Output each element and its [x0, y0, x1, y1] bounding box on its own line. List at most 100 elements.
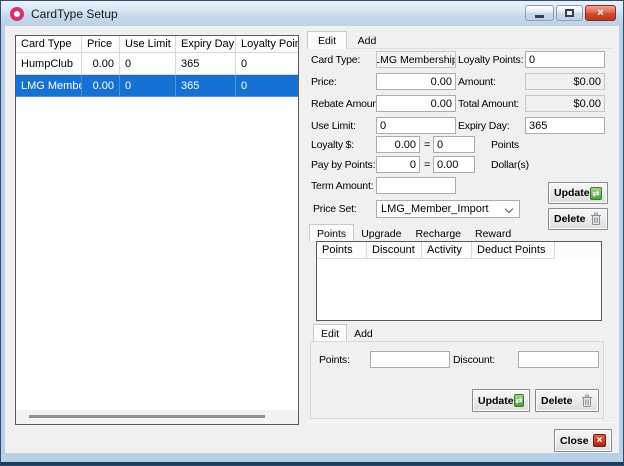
table-row-selected[interactable]: LMG Member... 0.00 0 365 0: [16, 75, 298, 97]
maximize-icon: [565, 9, 574, 17]
total-amount-label: Total Amount:: [458, 98, 520, 110]
delete-points-button[interactable]: Delete: [535, 389, 599, 412]
use-limit-input[interactable]: [376, 117, 456, 134]
minimize-icon: [535, 15, 544, 18]
col-filler: [555, 242, 601, 259]
col-card-type[interactable]: Card Type: [16, 36, 82, 53]
col-price[interactable]: Price: [82, 36, 120, 53]
app-icon: [10, 7, 24, 21]
loyalty-points-input[interactable]: [525, 51, 605, 68]
tab-recharge[interactable]: Recharge: [408, 225, 468, 242]
price-label: Price:: [311, 76, 337, 88]
maximize-button[interactable]: [556, 5, 583, 21]
points-label: Points:: [319, 354, 350, 366]
equals-sign: =: [424, 139, 431, 151]
use-limit-label: Use Limit:: [311, 120, 356, 132]
cell-loyalty-points[interactable]: 0: [236, 53, 298, 75]
cell-use-limit[interactable]: 0: [120, 53, 176, 75]
cell-price[interactable]: 0.00: [82, 75, 120, 97]
points-editor-tabstrip: Edit Add: [313, 323, 380, 342]
equals-sign: =: [424, 159, 431, 171]
close-icon: ×: [597, 7, 604, 19]
points-table: Points Discount Activity Deduct Points: [316, 241, 602, 321]
close-red-icon: [593, 434, 606, 447]
titlebar[interactable]: CardType Setup ×: [1, 1, 623, 26]
window-title: CardType Setup: [31, 7, 118, 21]
rebate-amount-label: Rebate Amount:: [311, 98, 384, 110]
amount-label: Amount:: [458, 76, 496, 88]
cell-card-type[interactable]: HumpClub: [16, 53, 82, 75]
points-suffix-label: Points: [491, 139, 519, 151]
table-row[interactable]: HumpClub 0.00 0 365 0: [16, 53, 298, 75]
card-type-label: Card Type:: [311, 54, 361, 66]
cell-expiry-day[interactable]: 365: [176, 75, 236, 97]
amount-display: [525, 73, 605, 90]
delete-cardtype-button[interactable]: Delete: [548, 208, 608, 230]
price-input[interactable]: [376, 73, 456, 90]
horizontal-scrollbar[interactable]: [16, 410, 298, 424]
price-set-label: Price Set:: [313, 203, 357, 215]
close-label: Close: [560, 434, 589, 447]
tab-points[interactable]: Points: [309, 224, 355, 242]
expiry-day-label: Expiry Day:: [458, 120, 510, 132]
tab-edit[interactable]: Edit: [307, 31, 347, 49]
delete-label: Delete: [554, 213, 586, 225]
window-controls: ×: [525, 5, 616, 21]
close-button[interactable]: Close: [554, 429, 612, 452]
update-icon: [513, 394, 524, 407]
cell-card-type[interactable]: LMG Member...: [16, 75, 82, 97]
tab-editor-add[interactable]: Add: [347, 325, 380, 342]
loyalty-dollar-label: Loyalty $:: [311, 139, 354, 151]
points-table-header: Points Discount Activity Deduct Points: [317, 242, 601, 259]
tab-editor-edit[interactable]: Edit: [313, 324, 348, 342]
total-amount-display: [525, 95, 605, 112]
price-set-value: LMG_Member_Import: [381, 203, 489, 215]
update-label: Update: [478, 394, 514, 407]
cell-price[interactable]: 0.00: [82, 53, 120, 75]
expiry-day-input[interactable]: [525, 117, 605, 134]
pay-by-points-dollars-input[interactable]: [433, 156, 475, 173]
col-use-limit[interactable]: Use Limit: [120, 36, 176, 53]
cardtype-table: Card Type Price Use Limit Expiry Day Loy…: [15, 35, 299, 425]
cardtype-setup-window: CardType Setup × Card Type Price Use Lim…: [0, 0, 624, 466]
card-type-display: LMG Membership: [376, 51, 456, 68]
trash-icon: [582, 394, 592, 407]
col-loyalty-points[interactable]: Loyalty Points: [236, 36, 298, 53]
pay-by-points-input[interactable]: [376, 156, 420, 173]
points-input[interactable]: [370, 351, 450, 368]
col-activity[interactable]: Activity: [422, 242, 472, 259]
loyalty-dollar-input[interactable]: [376, 136, 420, 153]
col-points[interactable]: Points: [317, 242, 367, 259]
term-amount-input[interactable]: [376, 177, 456, 194]
tab-reward[interactable]: Reward: [468, 225, 518, 242]
update-points-button[interactable]: Update: [472, 389, 530, 412]
dialog-body: Card Type Price Use Limit Expiry Day Loy…: [5, 26, 619, 453]
col-discount[interactable]: Discount: [367, 242, 422, 259]
close-window-button[interactable]: ×: [585, 5, 616, 21]
trash-icon: [591, 212, 601, 225]
update-cardtype-button[interactable]: Update: [548, 182, 608, 204]
update-icon: [589, 186, 602, 200]
price-set-dropdown[interactable]: LMG_Member_Import: [376, 200, 520, 218]
footer-separator: [307, 422, 614, 423]
discount-input[interactable]: [518, 351, 599, 368]
cell-use-limit[interactable]: 0: [120, 75, 176, 97]
cell-loyalty-points[interactable]: 0: [236, 75, 298, 97]
dollars-suffix-label: Dollar(s): [491, 159, 529, 171]
term-amount-label: Term Amount:: [311, 180, 374, 192]
pay-by-points-label: Pay by Points:: [311, 159, 376, 171]
col-expiry-day[interactable]: Expiry Day: [176, 36, 236, 53]
table-header: Card Type Price Use Limit Expiry Day Loy…: [16, 36, 298, 53]
loyalty-points-label: Loyalty Points:: [458, 54, 524, 66]
scrollbar-thumb[interactable]: [29, 415, 265, 418]
cell-expiry-day[interactable]: 365: [176, 53, 236, 75]
tab-upgrade[interactable]: Upgrade: [354, 225, 408, 242]
minimize-button[interactable]: [525, 5, 554, 21]
points-tabstrip: Points Upgrade Recharge Reward: [309, 223, 518, 242]
col-deduct-points[interactable]: Deduct Points: [472, 242, 555, 259]
discount-label: Discount:: [453, 354, 495, 366]
chevron-down-icon: [504, 204, 514, 214]
loyalty-dollar-points-input[interactable]: [433, 136, 475, 153]
rebate-amount-input[interactable]: [376, 95, 456, 112]
tab-add[interactable]: Add: [349, 32, 385, 49]
